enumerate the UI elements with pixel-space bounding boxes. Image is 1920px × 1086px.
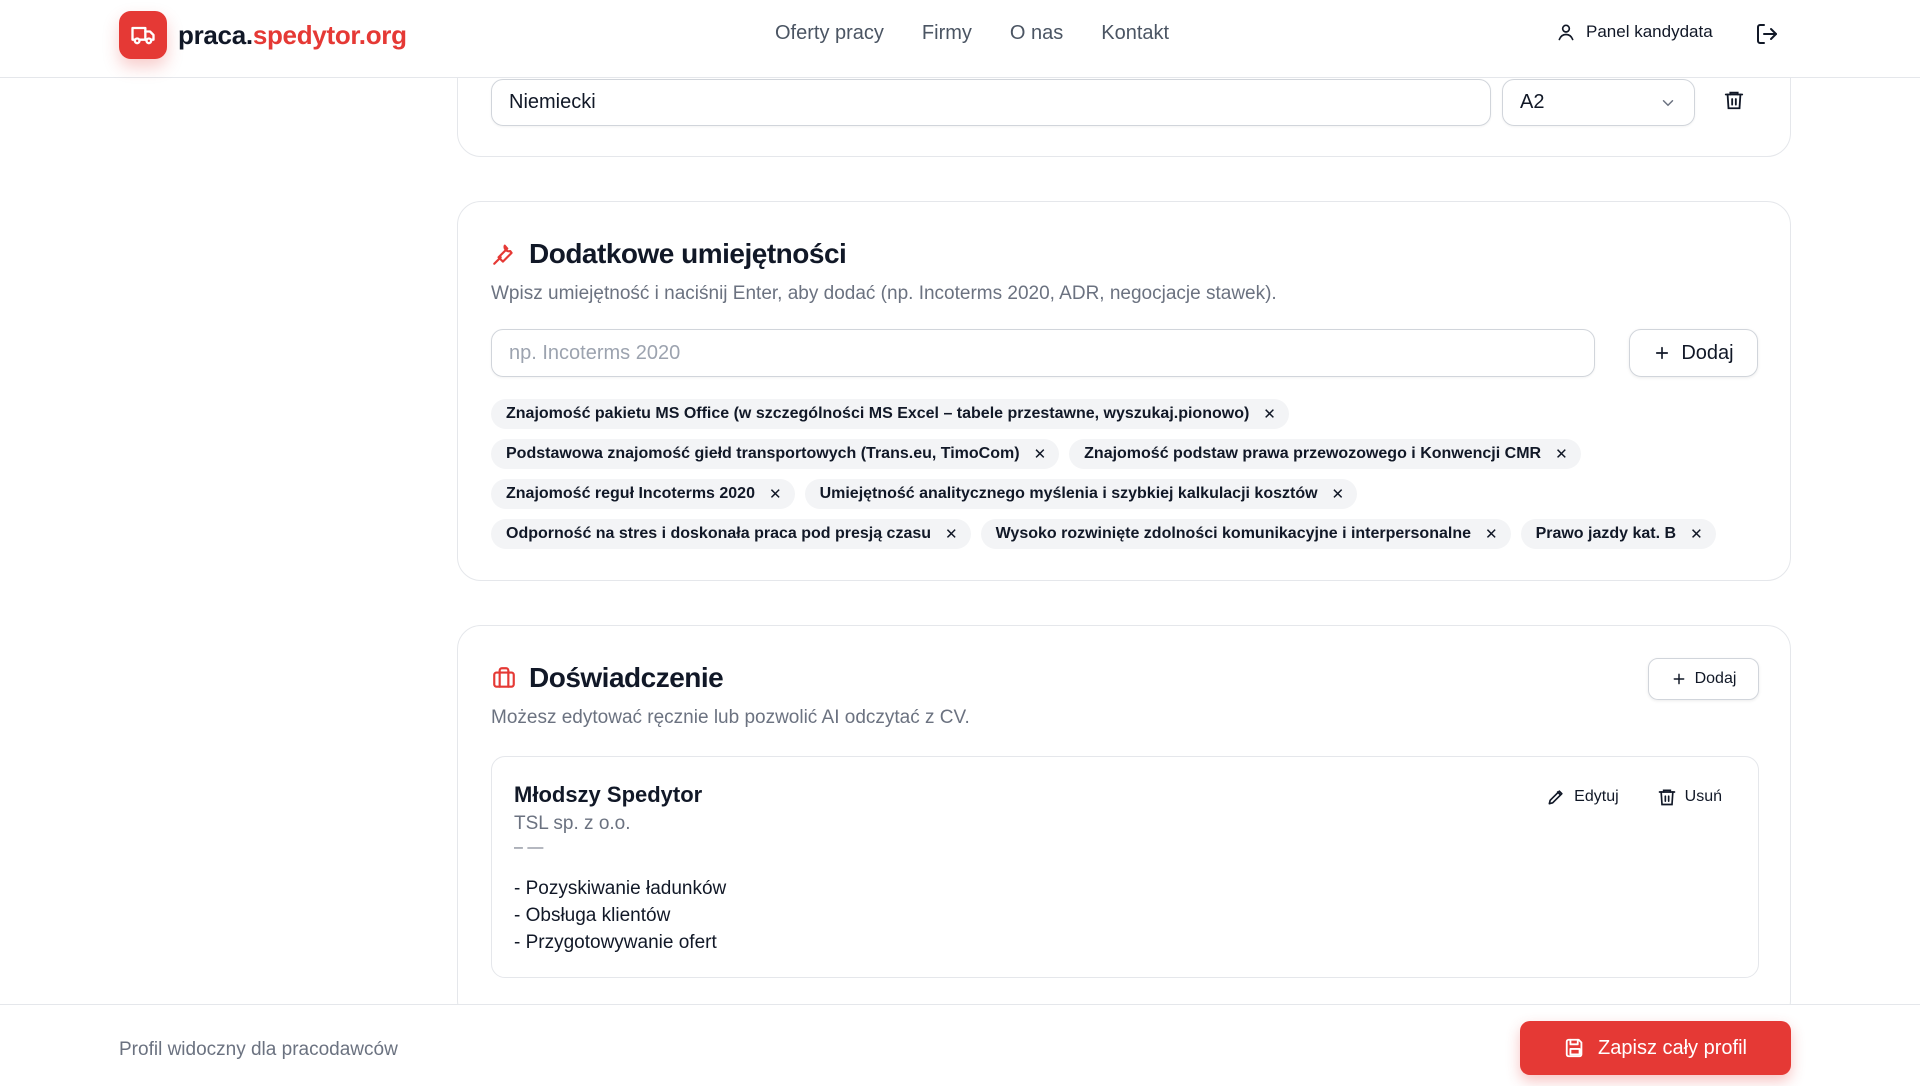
plus-icon [1673, 673, 1684, 685]
edit-experience-button[interactable]: Edytuj [1546, 787, 1619, 807]
delete-language-button[interactable] [1723, 89, 1745, 116]
experience-duty-line: - Obsługa klientów [514, 905, 671, 926]
add-experience-label: Dodaj [1694, 670, 1737, 687]
skills-card: Dodatkowe umiejętności Wpisz umiejętność… [457, 201, 1791, 581]
remove-tag-icon[interactable]: ✕ [1485, 525, 1498, 543]
save-profile-button[interactable]: Zapisz cały profil [1520, 1021, 1791, 1075]
top-header: praca.spedytor.org Oferty pracy Firmy O … [0, 0, 1920, 78]
remove-tag-icon[interactable]: ✕ [945, 525, 958, 543]
skill-tag: Podstawowa znajomość giełd transportowyc… [491, 439, 1060, 469]
briefcase-icon [493, 667, 515, 688]
candidate-panel-label: Panel kandydata [1586, 22, 1713, 41]
language-input[interactable]: Niemiecki [491, 79, 1491, 126]
delete-experience-label: Usuń [1684, 788, 1722, 805]
experience-company: TSL sp. z o.o. [514, 813, 631, 834]
skill-tag: Umiejętność analitycznego myślenia i szy… [804, 479, 1358, 509]
skill-tag: Znajomość reguł Incoterms 2020 ✕ [491, 479, 795, 509]
logo[interactable]: praca.spedytor.org [119, 11, 407, 59]
skills-description: Wpisz umiejętność i naciśnij Enter, aby … [491, 283, 1277, 304]
add-experience-button[interactable]: Dodaj [1648, 658, 1759, 700]
skill-tag-label: Znajomość pakietu MS Office (w szczególn… [506, 405, 1250, 422]
logo-text: praca.spedytor.org [178, 19, 407, 50]
save-icon [1565, 1038, 1583, 1058]
main-nav: Oferty pracy Firmy O nas Kontakt [775, 22, 1169, 45]
experience-item: Młodszy Spedytor TSL sp. z o.o. – — - Po… [491, 756, 1759, 978]
chevron-down-icon [1662, 99, 1674, 106]
skill-tag: Odporność na stres i doskonała praca pod… [491, 519, 971, 549]
nav-firmy[interactable]: Firmy [922, 22, 972, 45]
language-level-value: A2 [1520, 91, 1545, 113]
add-skill-button[interactable]: Dodaj [1629, 329, 1758, 377]
experience-actions: Edytuj Usuń [1546, 787, 1722, 807]
skill-tag-label: Znajomość reguł Incoterms 2020 [506, 485, 755, 502]
remove-tag-icon[interactable]: ✕ [769, 485, 782, 503]
profile-visibility-text: Profil widoczny dla pracodawców [119, 1039, 398, 1060]
language-level-select[interactable]: A2 [1502, 79, 1695, 126]
edit-experience-label: Edytuj [1574, 788, 1619, 805]
skill-tag-label: Wysoko rozwinięte zdolności komunikacyjn… [995, 525, 1471, 542]
pencil-icon [1548, 790, 1563, 805]
candidate-panel-link[interactable]: Panel kandydata [1556, 22, 1713, 42]
plus-icon [1656, 346, 1669, 360]
skills-title: Dodatkowe umiejętności [491, 238, 847, 270]
skill-tag: Wysoko rozwinięte zdolności komunikacyjn… [980, 519, 1511, 549]
remove-tag-icon[interactable]: ✕ [1034, 445, 1047, 463]
delete-experience-button[interactable]: Usuń [1657, 787, 1722, 807]
experience-dates: – — [514, 839, 544, 856]
skill-tag-label: Prawo jazdy kat. B [1535, 525, 1677, 542]
skill-tag-label: Podstawowa znajomość giełd transportowyc… [506, 445, 1020, 462]
skill-tag-label: Umiejętność analitycznego myślenia i szy… [819, 485, 1318, 502]
experience-title-text: Doświadczenie [529, 662, 724, 693]
experience-job-title: Młodszy Spedytor [514, 782, 703, 807]
nav-oferty-pracy[interactable]: Oferty pracy [775, 22, 884, 45]
wrench-icon [493, 244, 513, 265]
experience-title: Doświadczenie [491, 662, 724, 694]
skill-tag-label: Znajomość podstaw prawa przewozowego i K… [1084, 445, 1542, 462]
experience-description: Możesz edytować ręcznie lub pozwolić AI … [491, 707, 970, 728]
skill-tag: Prawo jazdy kat. B ✕ [1520, 519, 1716, 549]
remove-tag-icon[interactable]: ✕ [1263, 405, 1276, 423]
skill-tag-label: Odporność na stres i doskonała praca pod… [506, 525, 932, 542]
remove-tag-icon[interactable]: ✕ [1555, 445, 1568, 463]
remove-tag-icon[interactable]: ✕ [1690, 525, 1703, 543]
skill-tags: Znajomość pakietu MS Office (w szczególn… [491, 399, 1761, 549]
logout-icon [1757, 24, 1777, 44]
trash-icon [1658, 789, 1675, 806]
experience-duty-line: - Pozyskiwanie ładunków [514, 878, 727, 899]
remove-tag-icon[interactable]: ✕ [1332, 485, 1345, 503]
nav-kontakt[interactable]: Kontakt [1101, 22, 1169, 45]
logout-button[interactable] [1755, 22, 1779, 51]
nav-o-nas[interactable]: O nas [1010, 22, 1063, 45]
bottom-bar: Profil widoczny dla pracodawców Zapisz c… [0, 1004, 1920, 1086]
add-skill-label: Dodaj [1681, 341, 1734, 364]
skills-title-text: Dodatkowe umiejętności [529, 238, 847, 269]
user-icon [1558, 24, 1574, 41]
experience-duty-line: - Przygotowywanie ofert [514, 932, 717, 953]
trash-icon [1724, 91, 1744, 110]
save-profile-label: Zapisz cały profil [1598, 1036, 1747, 1059]
experience-duties: - Pozyskiwanie ładunków - Obsługa klient… [514, 875, 726, 956]
skill-input[interactable]: np. Incoterms 2020 [491, 329, 1595, 377]
skill-tag: Znajomość pakietu MS Office (w szczególn… [491, 399, 1289, 429]
truck-icon [119, 11, 167, 59]
experience-card: Doświadczenie Możesz edytować ręcznie lu… [457, 625, 1791, 1025]
skill-tag: Znajomość podstaw prawa przewozowego i K… [1069, 439, 1581, 469]
